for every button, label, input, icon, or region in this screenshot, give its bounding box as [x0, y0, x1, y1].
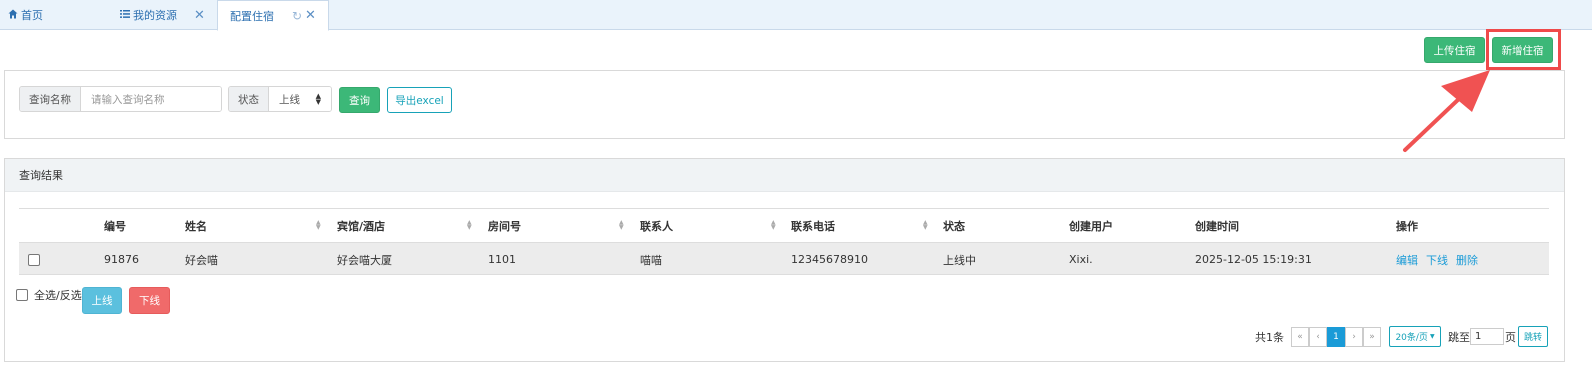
table-row: 91876 好会喵 好会喵大厦 1101 喵喵 12345678910 上线中 …: [19, 242, 1549, 275]
status-label: 状态: [229, 87, 269, 111]
export-excel-button[interactable]: 导出excel: [387, 87, 452, 113]
col-id: 编号: [104, 220, 126, 233]
col-name[interactable]: 姓名: [185, 209, 207, 243]
tab-label: 配置住宿: [230, 9, 274, 23]
edit-link[interactable]: 编辑: [1396, 252, 1418, 268]
search-panel: 查询名称 请输入查询名称 状态 上线 ▲ ▼ 查询 导出excel: [4, 70, 1565, 139]
page-size-value: 20条/页: [1395, 333, 1428, 343]
cell-hotel: 好会喵大厦: [337, 253, 392, 267]
status-select[interactable]: 上线 ▲ ▼: [269, 87, 331, 111]
sort-icon[interactable]: ▲ ▼: [771, 220, 776, 231]
highlight-box: [1486, 29, 1561, 70]
cell-status: 上线中: [943, 253, 976, 267]
name-query-label: 查询名称: [20, 87, 81, 111]
tab-home[interactable]: 首页: [8, 0, 108, 30]
cell-created-at: 2025-12-05 15:19:31: [1195, 253, 1312, 266]
sort-icon[interactable]: ▲ ▼: [923, 220, 928, 231]
jump-prefix: 跳至: [1448, 331, 1470, 344]
status-selected-value: 上线: [279, 93, 300, 106]
name-query-input[interactable]: 请输入查询名称: [81, 87, 221, 111]
status-group: 状态 上线 ▲ ▼: [228, 86, 332, 112]
upload-lodging-button[interactable]: 上传住宿: [1424, 37, 1485, 63]
sort-icon[interactable]: ▲ ▼: [467, 220, 472, 231]
total-count: 共1条: [1255, 331, 1284, 344]
batch-offline-button[interactable]: 下线: [129, 287, 170, 314]
sort-icon[interactable]: ▲ ▼: [619, 220, 624, 231]
cell-id: 91876: [104, 253, 139, 266]
prev-page-button[interactable]: ‹: [1309, 327, 1327, 347]
name-query-group: 查询名称 请输入查询名称: [19, 86, 222, 112]
jump-suffix: 页: [1505, 331, 1516, 344]
cell-phone: 12345678910: [791, 253, 868, 266]
row-checkbox-cell: [28, 243, 40, 276]
col-status: 状态: [943, 220, 965, 233]
select-all[interactable]: 全选/反选: [16, 288, 82, 302]
col-hotel[interactable]: 宾馆/酒店: [337, 209, 385, 243]
col-room[interactable]: 房间号: [488, 209, 521, 243]
col-contact[interactable]: 联系人: [640, 209, 673, 243]
select-all-label: 全选/反选: [34, 289, 82, 302]
select-all-checkbox[interactable]: [16, 289, 28, 301]
cell-contact: 喵喵: [640, 253, 662, 267]
cell-room: 1101: [488, 253, 516, 266]
cell-name: 好会喵: [185, 253, 218, 267]
results-heading: 查询结果: [5, 159, 1564, 192]
first-page-button[interactable]: «: [1291, 327, 1309, 347]
tab-bar: 首页 我的资源 ✕ 配置住宿 ↻ ✕: [0, 0, 1592, 31]
col-actions: 操作: [1396, 220, 1418, 233]
last-page-button[interactable]: »: [1363, 327, 1381, 347]
col-creator: 创建用户: [1069, 220, 1113, 233]
tab-config-lodging[interactable]: 配置住宿 ↻ ✕: [217, 0, 329, 31]
tab-my-resources[interactable]: 我的资源 ✕: [120, 0, 216, 30]
table-header: 编号 姓名 ▲ ▼ 宾馆/酒店 ▲ ▼ 房间号 ▲ ▼ 联系人 ▲ ▼ 联系电话 ▲ ▼ …: [19, 208, 1549, 242]
tab-label: 首页: [21, 9, 43, 22]
tab-label: 我的资源: [133, 9, 177, 22]
jump-page-input[interactable]: 1: [1470, 328, 1504, 345]
row-checkbox[interactable]: [28, 253, 40, 266]
page-size-select[interactable]: 20条/页 ▼: [1389, 326, 1441, 347]
next-page-button[interactable]: ›: [1345, 327, 1363, 347]
cell-actions: 编辑 下线 删除: [1396, 243, 1486, 276]
col-phone[interactable]: 联系电话: [791, 209, 835, 243]
home-icon: [8, 9, 18, 22]
caret-down-icon: ▼: [1429, 333, 1435, 340]
refresh-icon[interactable]: ↻: [292, 9, 302, 23]
col-created-at: 创建时间: [1195, 220, 1239, 233]
select-arrows-icon: ▲ ▼: [315, 92, 321, 106]
batch-online-button[interactable]: 上线: [82, 287, 122, 314]
list-icon: [120, 9, 130, 22]
jump-button[interactable]: 跳转: [1518, 326, 1548, 347]
delete-link[interactable]: 删除: [1456, 252, 1478, 268]
offline-link[interactable]: 下线: [1426, 252, 1448, 268]
cell-creator: Xixi.: [1069, 253, 1093, 266]
page-1-button[interactable]: 1: [1327, 327, 1345, 347]
results-panel: 查询结果 编号 姓名 ▲ ▼ 宾馆/酒店 ▲ ▼ 房间号 ▲ ▼ 联系人 ▲ ▼ 联系电…: [4, 158, 1565, 362]
sort-icon[interactable]: ▲ ▼: [316, 220, 321, 231]
close-icon[interactable]: ✕: [194, 8, 205, 23]
close-icon[interactable]: ✕: [305, 8, 316, 23]
query-button[interactable]: 查询: [339, 87, 380, 113]
